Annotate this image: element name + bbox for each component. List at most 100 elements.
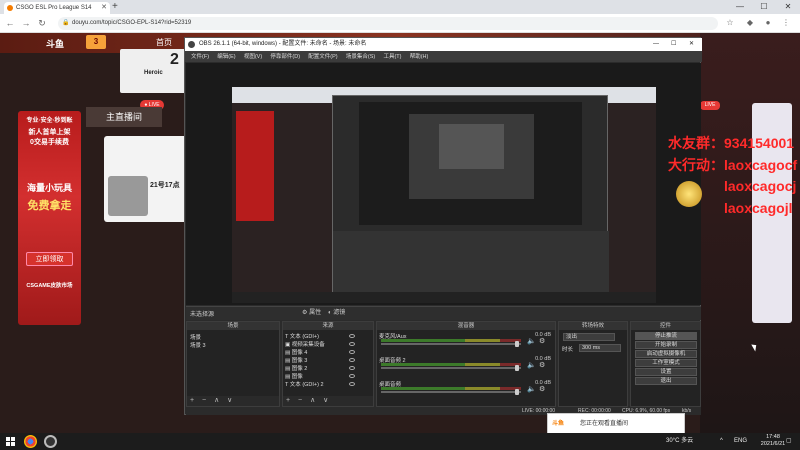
menu-help[interactable]: 帮助(H): [410, 52, 429, 63]
obs-maximize-icon[interactable]: ☐: [671, 38, 676, 51]
speaker-icon[interactable]: 🔈: [527, 386, 536, 394]
menu-profile[interactable]: 配置文件(P): [308, 52, 337, 63]
extensions-icon[interactable]: ◆: [744, 17, 756, 29]
exit-button[interactable]: 退出: [635, 377, 697, 385]
overlay-line-3: laoxcagocj: [724, 178, 797, 194]
volume-slider-knob[interactable]: [515, 389, 519, 395]
notification-toast[interactable]: 斗鱼 您正在观看直播间: [547, 413, 685, 434]
visibility-eye-icon[interactable]: [349, 358, 355, 362]
capture-docks: [333, 231, 609, 295]
transitions-header: 转场特效: [559, 322, 627, 330]
audio-meter: [381, 363, 521, 366]
speaker-icon[interactable]: 🔈: [527, 362, 536, 370]
obs-titlebar: OBS 26.1.1 (64-bit, windows) - 配置文件: 未命名…: [185, 38, 702, 51]
visibility-eye-icon[interactable]: [349, 334, 355, 338]
weather-widget[interactable]: 30°C 多云: [666, 436, 693, 447]
source-item[interactable]: ▣ 视频采集设备: [285, 340, 325, 348]
source-item[interactable]: ▤ 图像: [285, 372, 303, 380]
volume-slider[interactable]: [381, 343, 521, 345]
address-bar[interactable]: 🔒 douyu.com/topic/CSGO-EPL-S14?rid=52319: [58, 17, 718, 30]
menu-kebab-icon[interactable]: ⋮: [780, 17, 792, 29]
studio-mode-button[interactable]: 工作室模式: [635, 359, 697, 367]
obs-close-icon[interactable]: ✕: [689, 38, 694, 51]
back-icon[interactable]: ←: [4, 17, 16, 29]
reload-icon[interactable]: ↻: [36, 17, 48, 29]
scene-item[interactable]: 场景 3: [190, 341, 206, 349]
mixer-channel: 桌面音频 2 0.0 dB 🔈 ⚙: [379, 356, 555, 372]
scenes-footer-controls[interactable]: + − ∧ ∨: [187, 396, 279, 406]
source-item[interactable]: ▤ 图像 4: [285, 348, 307, 356]
transition-select[interactable]: 淡出: [563, 333, 615, 341]
team-score: 2: [170, 51, 179, 68]
settings-button[interactable]: 设置: [635, 368, 697, 376]
gear-icon[interactable]: ⚙: [539, 386, 547, 394]
ad-claim-button[interactable]: 立即领取: [26, 252, 73, 266]
scene-item[interactable]: 场景: [190, 333, 201, 341]
browser-tab-strip: CSGO ESL Pro League S14 ✕ + — ☐ ✕: [0, 0, 800, 14]
volume-slider-knob[interactable]: [515, 365, 519, 371]
window-close-button[interactable]: ✕: [776, 0, 800, 14]
stream-card[interactable]: 21号17点: [104, 136, 188, 222]
overlay-line-1: 水友群：934154001: [668, 135, 795, 151]
browser-tab[interactable]: CSGO ESL Pro League S14 ✕: [4, 2, 110, 14]
tab-close-icon[interactable]: ✕: [101, 2, 107, 14]
volume-slider-knob[interactable]: [515, 341, 519, 347]
obs-logo-icon: [188, 41, 195, 48]
menu-scene-collection[interactable]: 场景集合(S): [346, 52, 375, 63]
tab-main-room[interactable]: 主直播间: [86, 107, 162, 127]
browser-toolbar: ← → ↻ 🔒 douyu.com/topic/CSGO-EPL-S14?rid…: [0, 14, 800, 33]
properties-button[interactable]: ⚙ 属性: [298, 308, 325, 319]
scenes-header: 场景: [187, 322, 279, 330]
bookmark-star-icon[interactable]: ☆: [724, 17, 736, 29]
duration-input[interactable]: 300 ms: [579, 344, 621, 352]
source-item[interactable]: T 文本 (GDI+): [285, 332, 319, 340]
nav-home-link[interactable]: 首页: [156, 37, 172, 48]
visibility-eye-icon[interactable]: [349, 342, 355, 346]
visibility-eye-icon[interactable]: [349, 350, 355, 354]
menu-tools[interactable]: 工具(T): [383, 52, 401, 63]
speaker-icon[interactable]: 🔈: [527, 338, 536, 346]
window-minimize-button[interactable]: —: [728, 0, 752, 14]
forward-icon[interactable]: →: [20, 17, 32, 29]
new-tab-button[interactable]: +: [112, 1, 118, 13]
filters-button[interactable]: ◐ 滤镜: [324, 308, 349, 319]
source-item[interactable]: T 文本 (GDI+) 2: [285, 380, 324, 388]
source-item[interactable]: ▤ 图像 3: [285, 356, 307, 364]
transitions-dock: 转场特效 淡出 时长 300 ms: [558, 321, 628, 407]
capture-taskbar: [232, 292, 656, 303]
mixer-header: 混音器: [377, 322, 555, 330]
gear-icon[interactable]: ⚙: [539, 362, 547, 370]
tray-chevron-icon[interactable]: ^: [720, 436, 723, 447]
side-advertisement[interactable]: 专业·安全·秒到账 新人首单上架 0交易手续费 海量小玩具 免费拿走 立即领取 …: [18, 111, 81, 325]
overlay-line-2: 大行动：laoxcagocf: [668, 157, 798, 173]
windows-start-icon[interactable]: [6, 437, 15, 446]
site-logo[interactable]: 斗鱼: [46, 37, 64, 50]
volume-slider[interactable]: [381, 391, 521, 393]
sources-footer-controls[interactable]: + − ∧ ∨: [283, 396, 373, 406]
scenes-dock: 场景 场景 场景 3 + − ∧ ∨: [186, 321, 280, 407]
volume-slider[interactable]: [381, 367, 521, 369]
menu-docks[interactable]: 停靠部件(D): [270, 52, 300, 63]
gear-icon[interactable]: ⚙: [539, 338, 547, 346]
menu-view[interactable]: 视图(V): [244, 52, 262, 63]
menu-file[interactable]: 文件(F): [191, 52, 209, 63]
visibility-eye-icon[interactable]: [349, 382, 355, 386]
virtual-camera-button[interactable]: 启动虚拟摄像机: [635, 350, 697, 358]
source-item[interactable]: ▤ 图像 2: [285, 364, 307, 372]
window-maximize-button[interactable]: ☐: [752, 0, 776, 14]
start-recording-button[interactable]: 开始录制: [635, 341, 697, 349]
profile-avatar-icon[interactable]: ●: [762, 17, 774, 29]
chrome-taskbar-icon[interactable]: [24, 435, 37, 448]
obs-taskbar-icon[interactable]: [44, 435, 57, 448]
visibility-eye-icon[interactable]: [349, 366, 355, 370]
menu-edit[interactable]: 编辑(E): [217, 52, 235, 63]
controls-header: 控件: [631, 322, 700, 330]
obs-preview[interactable]: [186, 63, 701, 305]
language-indicator[interactable]: ENG: [734, 436, 747, 447]
stop-streaming-button[interactable]: 停止推流: [635, 332, 697, 340]
notification-center-icon[interactable]: ▢: [786, 436, 792, 447]
visibility-eye-icon[interactable]: [349, 374, 355, 378]
ad-line-2: 新人首单上架: [28, 129, 71, 136]
obs-minimize-icon[interactable]: —: [653, 38, 659, 51]
mixer-dock: 混音器 麦克风/Aux 0.0 dB 🔈 ⚙ 桌面音频 2 0.0 dB 🔈 ⚙…: [376, 321, 556, 407]
